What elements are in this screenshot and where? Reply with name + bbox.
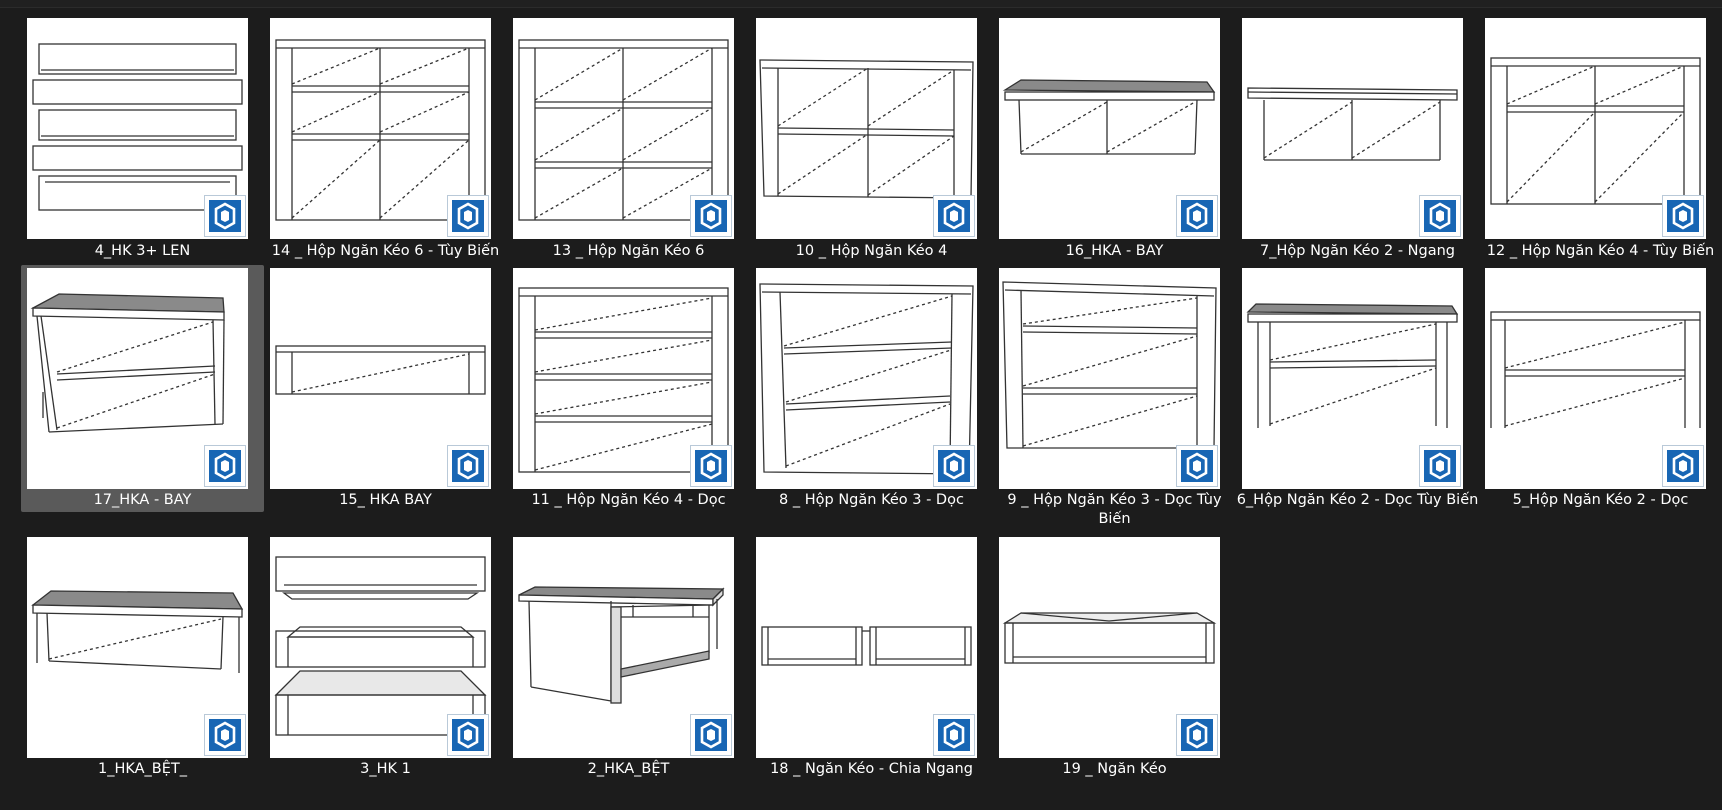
file-thumbnail [1485, 268, 1706, 489]
file-item[interactable]: 15_ HKA BAY [264, 268, 507, 512]
file-item[interactable]: 13 _ Hộp Ngăn Kéo 6 [507, 18, 750, 262]
file-item[interactable]: 4_HK 3+ LEN [21, 18, 264, 262]
file-item[interactable]: 19 _ Ngăn Kéo [993, 537, 1236, 781]
sketchup-file-icon [1662, 445, 1704, 487]
file-name: 8 _ Hộp Ngăn Kéo 3 - Dọc [779, 492, 964, 508]
file-name: 10 _ Hộp Ngăn Kéo 4 [795, 243, 948, 259]
file-item[interactable]: 9 _ Hộp Ngăn Kéo 3 - Dọc Tùy Biến [993, 268, 1236, 538]
file-item[interactable]: 14 _ Hộp Ngăn Kéo 6 - Tùy Biến [264, 18, 507, 262]
file-name: 3_HK 1 [360, 761, 411, 777]
file-name: 18 _ Ngăn Kéo - Chia Ngang [770, 761, 973, 777]
file-thumbnail [270, 537, 491, 758]
file-name: 12 _ Hộp Ngăn Kéo 4 - Tùy Biến [1486, 243, 1715, 259]
file-item[interactable]: 6_Hộp Ngăn Kéo 2 - Dọc Tùy Biến [1236, 268, 1479, 538]
file-name: 13 _ Hộp Ngăn Kéo 6 [552, 243, 705, 259]
sketchup-file-icon [447, 714, 489, 756]
file-thumbnail [1485, 18, 1706, 239]
sketchup-file-icon [204, 195, 246, 237]
file-name: 15_ HKA BAY [339, 492, 432, 508]
sketchup-file-icon [1419, 195, 1461, 237]
sketchup-file-icon [204, 445, 246, 487]
file-item[interactable]: 10 _ Hộp Ngăn Kéo 4 [750, 18, 993, 262]
file-thumbnail [270, 18, 491, 239]
sketchup-file-icon [690, 195, 732, 237]
file-thumbnail [1242, 268, 1463, 489]
sketchup-file-icon [1419, 445, 1461, 487]
file-item[interactable]: 3_HK 1 [264, 537, 507, 781]
sketchup-file-icon [933, 714, 975, 756]
file-thumbnail [999, 18, 1220, 239]
file-thumbnail [756, 268, 977, 489]
file-thumbnail [513, 18, 734, 239]
file-thumbnail [513, 268, 734, 489]
file-thumbnail [1242, 18, 1463, 239]
file-name: 2_HKA_BỆT [587, 761, 670, 777]
file-name: 14 _ Hộp Ngăn Kéo 6 - Tùy Biến [271, 243, 500, 259]
sketchup-file-icon [933, 445, 975, 487]
sketchup-file-icon [1176, 445, 1218, 487]
file-name: 4_HK 3+ LEN [94, 243, 191, 259]
sketchup-file-icon [933, 195, 975, 237]
file-item-selected[interactable]: 17_HKA - BAY [21, 265, 264, 512]
file-thumbnail [27, 537, 248, 758]
file-name: 5_Hộp Ngăn Kéo 2 - Dọc [1512, 492, 1689, 508]
file-thumbnail [513, 537, 734, 758]
file-name: 7_Hộp Ngăn Kéo 2 - Ngang [1260, 243, 1455, 259]
file-thumbnail [999, 268, 1220, 489]
file-item[interactable]: 11 _ Hộp Ngăn Kéo 4 - Dọc [507, 268, 750, 512]
sketchup-file-icon [204, 714, 246, 756]
file-name: 11 _ Hộp Ngăn Kéo 4 - Dọc [531, 492, 726, 508]
sketchup-file-icon [690, 714, 732, 756]
file-name: 19 _ Ngăn Kéo [1062, 761, 1167, 777]
sketchup-file-icon [447, 445, 489, 487]
sketchup-file-icon [447, 195, 489, 237]
file-name: 16_HKA - BAY [1065, 243, 1164, 259]
sketchup-file-icon [690, 445, 732, 487]
file-thumbnail [27, 268, 248, 489]
file-name: 17_HKA - BAY [93, 492, 192, 508]
file-item[interactable]: 8 _ Hộp Ngăn Kéo 3 - Dọc [750, 268, 993, 512]
file-item[interactable]: 16_HKA - BAY [993, 18, 1236, 262]
file-thumbnail [270, 268, 491, 489]
file-thumbnail [756, 537, 977, 758]
file-thumbnail [999, 537, 1220, 758]
sketchup-file-icon [1176, 195, 1218, 237]
sketchup-file-icon [1662, 195, 1704, 237]
sketchup-file-icon [1176, 714, 1218, 756]
file-item[interactable]: 12 _ Hộp Ngăn Kéo 4 - Tùy Biến [1479, 18, 1722, 262]
file-item[interactable]: 1_HKA_BỆT_ [21, 537, 264, 781]
file-item[interactable]: 18 _ Ngăn Kéo - Chia Ngang [750, 537, 993, 781]
file-name: 1_HKA_BỆT_ [97, 761, 188, 777]
file-name: 6_Hộp Ngăn Kéo 2 - Dọc Tùy Biến [1236, 492, 1479, 508]
file-item[interactable]: 5_Hộp Ngăn Kéo 2 - Dọc [1479, 268, 1722, 512]
file-item[interactable]: 2_HKA_BỆT [507, 537, 750, 781]
file-item[interactable]: 7_Hộp Ngăn Kéo 2 - Ngang [1236, 18, 1479, 262]
file-grid: 4_HK 3+ LEN 14 _ Hộp Ngăn Kéo 6 - Tùy Bi… [0, 0, 1722, 810]
file-thumbnail [756, 18, 977, 239]
file-thumbnail [27, 18, 248, 239]
file-name: 9 _ Hộp Ngăn Kéo 3 - Dọc Tùy Biến [1007, 492, 1222, 527]
